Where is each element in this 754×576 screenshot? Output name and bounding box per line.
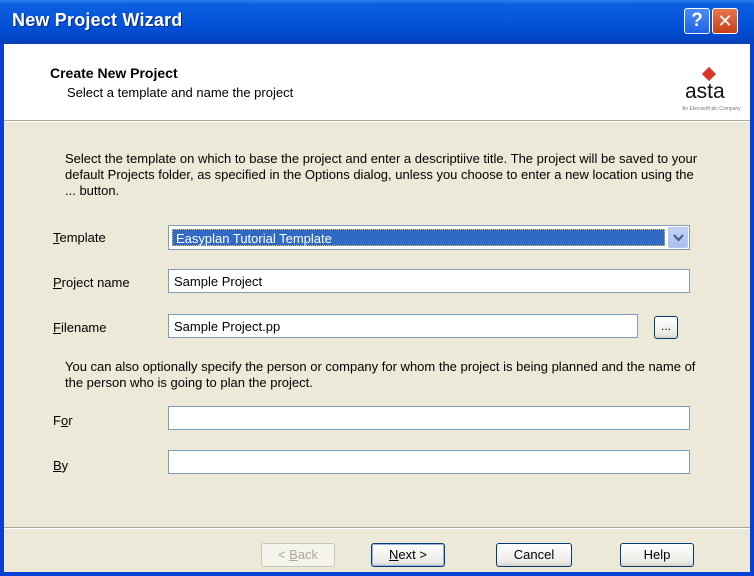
- template-selected-value: Easyplan Tutorial Template: [172, 229, 665, 246]
- diamond-icon: [701, 66, 717, 82]
- header-divider: [4, 120, 750, 122]
- logo-name: asta: [685, 80, 725, 103]
- filename-label: Filename: [53, 320, 107, 335]
- close-icon: ✕: [717, 10, 733, 31]
- filename-input[interactable]: Sample Project.pp: [168, 314, 638, 338]
- logo-tagline: An Elecosoft plc Company: [682, 106, 741, 112]
- chevron-down-icon: [673, 234, 684, 242]
- template-label: Template: [53, 230, 106, 245]
- intro-text: Select the template on which to base the…: [65, 151, 698, 198]
- for-label: For: [53, 413, 73, 428]
- window-title: New Project Wizard: [12, 10, 183, 30]
- help-title-button[interactable]: ?: [684, 8, 710, 34]
- optional-info-text: You can also optionally specify the pers…: [65, 359, 696, 390]
- project-name-label: Project name: [53, 275, 130, 290]
- title-bar[interactable]: New Project Wizard ? ✕: [0, 0, 754, 44]
- footer-divider: [4, 527, 750, 529]
- project-name-input[interactable]: Sample Project: [168, 269, 690, 293]
- back-button[interactable]: < Back: [261, 543, 335, 567]
- dialog-body: Create New Project Select a template and…: [4, 44, 750, 572]
- next-button[interactable]: Next >: [371, 543, 445, 567]
- by-input[interactable]: [168, 450, 690, 474]
- dropdown-button[interactable]: [668, 227, 688, 248]
- browse-button[interactable]: ...: [654, 316, 678, 339]
- help-button[interactable]: Help: [620, 543, 694, 567]
- by-label: By: [53, 458, 69, 473]
- header-title: Create New Project: [50, 65, 178, 81]
- asta-logo: asta An Elecosoft plc Company: [681, 66, 743, 118]
- wizard-window: New Project Wizard ? ✕ Create New Projec…: [0, 0, 754, 576]
- question-icon: ?: [691, 10, 703, 31]
- for-input[interactable]: [168, 406, 690, 430]
- wizard-header: Create New Project Select a template and…: [4, 44, 750, 120]
- header-subtitle: Select a template and name the project: [67, 85, 294, 100]
- cancel-button[interactable]: Cancel: [496, 543, 572, 567]
- template-dropdown[interactable]: Easyplan Tutorial Template: [168, 225, 690, 250]
- close-button[interactable]: ✕: [712, 8, 738, 34]
